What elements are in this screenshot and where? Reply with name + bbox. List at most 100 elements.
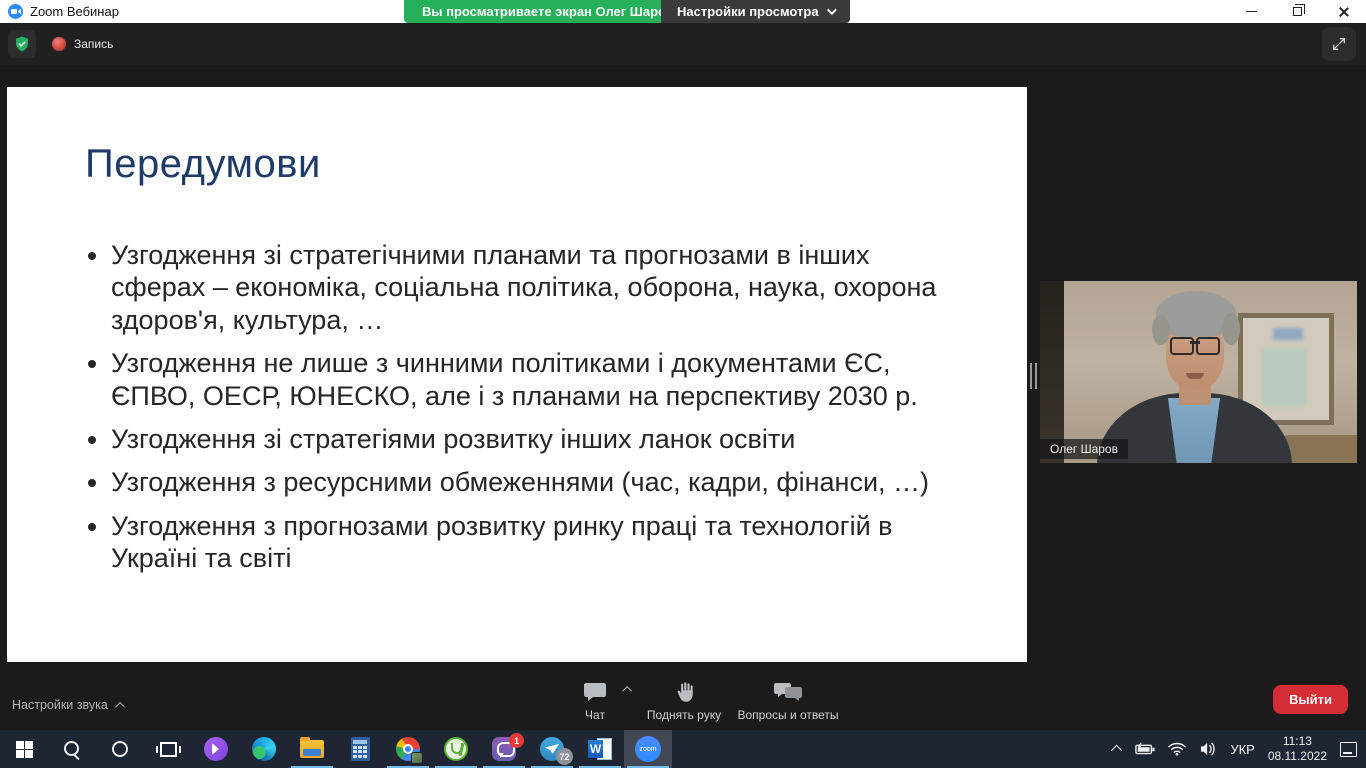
close-icon: [1337, 6, 1349, 18]
clock-date: 08.11.2022: [1267, 749, 1327, 763]
taskbar-item-zoom[interactable]: zoom: [624, 730, 672, 768]
slide-bullet-list: Узгодження зі стратегічними планами та п…: [85, 239, 957, 575]
file-explorer-icon: [300, 737, 324, 758]
taskbar-item-viber[interactable]: 1: [480, 730, 528, 768]
video-panel-drag-handle[interactable]: [1030, 363, 1038, 389]
restore-icon: [1292, 4, 1305, 16]
fullscreen-button[interactable]: [1322, 27, 1356, 61]
view-settings-dropdown[interactable]: Настройки просмотра: [661, 0, 850, 23]
shared-screen-stage: Передумови Узгодження зі стратегічними п…: [0, 65, 1366, 730]
window-controls: [1228, 0, 1366, 23]
edge-icon: [252, 737, 276, 761]
title-bar: Zoom Вебинар Вы просматриваете экран Оле…: [0, 0, 1366, 23]
video-background: [1040, 281, 1064, 463]
recording-indicator[interactable]: Запись: [52, 37, 113, 51]
slide-bullet: Узгодження зі стратегічними планами та п…: [111, 239, 957, 336]
volume-icon: [1201, 742, 1216, 756]
slide-bullet: Узгодження зі стратегіями розвитку інших…: [111, 423, 957, 455]
qa-icon: [774, 683, 802, 701]
zoom-webinar-window: Zoom Вебинар Вы просматриваете экран Оле…: [0, 0, 1366, 768]
start-icon: [15, 740, 33, 758]
taskbar-item-edge[interactable]: [240, 730, 288, 768]
telegram-badge: 72: [556, 748, 573, 765]
chevron-up-icon: [1111, 744, 1123, 757]
audio-settings-label: Настройки звука: [12, 698, 108, 712]
participant-name-tag: Олег Шаров: [1040, 439, 1128, 459]
task-view-icon: [155, 741, 181, 757]
taskbar-item-chrome[interactable]: [384, 730, 432, 768]
taskbar-item-calculator[interactable]: [336, 730, 384, 768]
slide-bullet: Узгодження з ресурсними обмеженнями (час…: [111, 466, 957, 498]
alice-icon: [204, 737, 228, 761]
chevron-down-icon: [826, 5, 837, 16]
presentation-slide: Передумови Узгодження зі стратегічними п…: [7, 87, 1027, 662]
zoom-taskbar-icon: zoom: [635, 736, 661, 762]
record-icon: [52, 37, 66, 51]
view-settings-label: Настройки просмотра: [677, 4, 819, 19]
word-icon: W: [588, 737, 612, 761]
wifi-status[interactable]: [1165, 730, 1189, 768]
action-center-button[interactable]: [1337, 730, 1360, 768]
recording-label: Запись: [74, 37, 114, 51]
raise-hand-button[interactable]: Поднять руку: [638, 681, 730, 722]
chevron-up-icon: [114, 701, 125, 712]
system-tray: УКР 11:13 08.11.2022: [1111, 730, 1366, 768]
task-view-button[interactable]: [144, 730, 192, 768]
action-center-icon: [1340, 741, 1357, 757]
chat-button[interactable]: Чат: [566, 681, 624, 722]
raise-hand-label: Поднять руку: [646, 708, 722, 722]
cortana-button[interactable]: [96, 730, 144, 768]
windows-taskbar: 1 72 W zoom УКР 11:13 08.11.2022: [0, 730, 1366, 768]
volume-status[interactable]: [1196, 730, 1220, 768]
chevron-up-icon: [621, 685, 632, 696]
minimize-icon: [1245, 10, 1257, 13]
taskbar-item-telegram[interactable]: 72: [528, 730, 576, 768]
tray-expand-button[interactable]: [1111, 730, 1125, 768]
word-icon-letter: W: [588, 740, 603, 758]
leave-button[interactable]: Выйти: [1273, 685, 1348, 714]
battery-status[interactable]: [1132, 730, 1158, 768]
window-title: Zoom Вебинар: [30, 4, 119, 19]
shield-icon: [16, 36, 28, 52]
qa-label: Вопросы и ответы: [737, 708, 839, 722]
slide-bullet: Узгодження з прогнозами розвитку ринку п…: [111, 510, 957, 575]
clock[interactable]: 11:13 08.11.2022: [1265, 730, 1330, 768]
raise-hand-icon: [677, 682, 693, 702]
battery-icon: [1135, 742, 1155, 755]
participant-face: [1152, 315, 1170, 345]
chrome-icon: [396, 737, 423, 764]
clock-time: 11:13: [1282, 734, 1312, 748]
slide-title: Передумови: [85, 142, 321, 186]
viber-badge: 1: [509, 733, 524, 748]
qa-button[interactable]: Вопросы и ответы: [734, 681, 842, 722]
slide-bullet: Узгодження не лише з чинними політиками …: [111, 347, 957, 412]
security-badge[interactable]: [8, 30, 36, 58]
language-indicator[interactable]: УКР: [1227, 730, 1258, 768]
calculator-icon: [350, 737, 370, 761]
share-banner-text: Вы просматриваете экран Олег Шаров: [422, 4, 674, 19]
taskbar-item-word[interactable]: W: [576, 730, 624, 768]
utorrent-icon: [444, 737, 468, 761]
chrome-profile-avatar: [411, 752, 423, 764]
chat-icon: [584, 683, 606, 701]
search-icon: [63, 740, 81, 758]
taskbar-item-alice[interactable]: [192, 730, 240, 768]
start-button[interactable]: [0, 730, 48, 768]
chat-label: Чат: [585, 708, 605, 722]
taskbar-item-utorrent[interactable]: [432, 730, 480, 768]
zoom-app-icon: [8, 4, 23, 19]
close-button[interactable]: [1320, 0, 1366, 23]
minimize-button[interactable]: [1228, 0, 1274, 23]
taskbar-search-button[interactable]: [48, 730, 96, 768]
restore-button[interactable]: [1274, 0, 1320, 23]
participant-video[interactable]: Олег Шаров: [1040, 281, 1357, 463]
participant-face: [1222, 313, 1240, 345]
participant-face: [1170, 337, 1220, 355]
fullscreen-icon: [1333, 38, 1345, 50]
taskbar-item-explorer[interactable]: [288, 730, 336, 768]
cortana-icon: [112, 741, 128, 757]
chat-options-button[interactable]: [620, 682, 636, 696]
audio-settings-button[interactable]: Настройки звука: [12, 698, 125, 712]
screen-share-banner: Вы просматриваете экран Олег Шаров: [404, 0, 692, 23]
wifi-icon: [1168, 742, 1187, 756]
